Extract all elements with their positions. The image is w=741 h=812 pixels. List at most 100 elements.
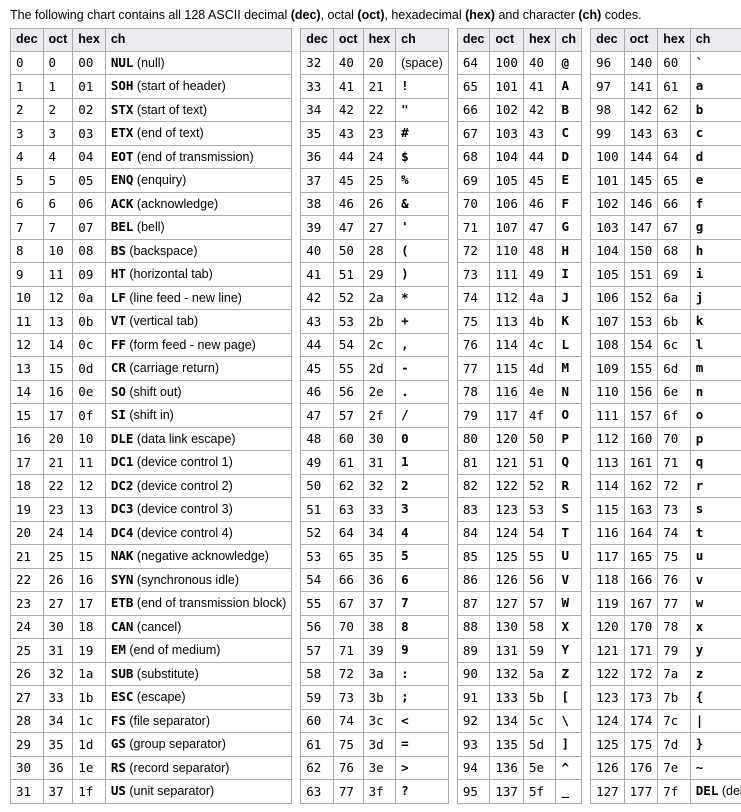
table-row: 61753d= <box>301 733 449 757</box>
table-row: 8012050P <box>457 427 581 451</box>
header-row: decocthexch <box>457 29 581 52</box>
cell-dec: 111 <box>591 404 625 428</box>
cell-ch: K <box>556 310 582 334</box>
cell-oct: 107 <box>490 216 524 240</box>
cell-oct: 155 <box>624 357 658 381</box>
cell-oct: 147 <box>624 216 658 240</box>
cell-ch: VT (vertical tab) <box>105 310 291 334</box>
cell-oct: 121 <box>490 451 524 475</box>
char-value: T <box>561 525 569 540</box>
cell-hex: 2a <box>363 286 396 310</box>
char-value: r <box>696 478 704 493</box>
cell-ch: EM (end of medium) <box>105 639 291 663</box>
cell-hex: 10 <box>73 427 106 451</box>
cell-dec: 57 <box>301 639 334 663</box>
cell-dec: 38 <box>301 192 334 216</box>
cell-hex: 5b <box>523 686 556 710</box>
table-row: 29351dGS (group separator) <box>11 733 292 757</box>
cell-dec: 117 <box>591 545 625 569</box>
cell-dec: 71 <box>457 216 490 240</box>
table-row: 172111DC1 (device control 1) <box>11 451 292 475</box>
cell-oct: 4 <box>43 145 73 169</box>
table-row: 5264344 <box>301 521 449 545</box>
cell-ch: g <box>690 216 741 240</box>
char-value: ! <box>401 78 409 93</box>
cell-oct: 114 <box>490 333 524 357</box>
cell-oct: 16 <box>43 380 73 404</box>
cell-oct: 64 <box>333 521 363 545</box>
cell-hex: 2b <box>363 310 396 334</box>
cell-ch: SO (shift out) <box>105 380 291 404</box>
cell-hex: 7a <box>658 662 691 686</box>
cell-oct: 34 <box>43 709 73 733</box>
cell-dec: 34 <box>301 98 334 122</box>
char-value: d <box>696 149 704 164</box>
char-value: m <box>696 360 704 375</box>
table-row: 59733b; <box>301 686 449 710</box>
cell-hex: 20 <box>363 51 396 75</box>
char-value: DC1 <box>111 454 134 469</box>
cell-hex: 3b <box>363 686 396 710</box>
char-value: b <box>696 102 704 117</box>
cell-oct: 35 <box>43 733 73 757</box>
header-oct: oct <box>43 29 73 52</box>
char-desc: (shift in) <box>129 408 173 422</box>
cell-oct: 113 <box>490 310 524 334</box>
cell-dec: 83 <box>457 498 490 522</box>
table-row: 4404EOT (end of transmission) <box>11 145 292 169</box>
char-desc: (end of text) <box>137 126 204 140</box>
cell-ch: DC1 (device control 1) <box>105 451 291 475</box>
cell-dec: 40 <box>301 239 334 263</box>
cell-oct: 172 <box>624 662 658 686</box>
cell-oct: 3 <box>43 122 73 146</box>
cell-oct: 71 <box>333 639 363 663</box>
cell-dec: 79 <box>457 404 490 428</box>
cell-dec: 116 <box>591 521 625 545</box>
char-desc: (horizontal tab) <box>129 267 212 281</box>
cell-ch: $ <box>396 145 449 169</box>
char-value: US <box>111 783 126 798</box>
char-value: C <box>561 125 569 140</box>
char-value: D <box>561 149 569 164</box>
cell-hex: 25 <box>363 169 396 193</box>
char-value: SOH <box>111 78 134 93</box>
table-row: 941365e^ <box>457 756 581 780</box>
cell-hex: 7c <box>658 709 691 733</box>
cell-dec: 77 <box>457 357 490 381</box>
table-row: 8112151Q <box>457 451 581 475</box>
table-row: 7010646F <box>457 192 581 216</box>
char-value: } <box>696 736 704 751</box>
cell-ch: DC4 (device control 4) <box>105 521 291 545</box>
cell-oct: 30 <box>43 615 73 639</box>
table-row: 2202STX (start of text) <box>11 98 292 122</box>
table-row: 374525% <box>301 169 449 193</box>
char-desc: (record separator) <box>129 761 229 775</box>
cell-dec: 4 <box>11 145 44 169</box>
table-row: 1221727az <box>591 662 741 686</box>
cell-oct: 175 <box>624 733 658 757</box>
cell-hex: 5f <box>523 780 556 804</box>
cell-hex: 52 <box>523 474 556 498</box>
cell-ch: i <box>690 263 741 287</box>
cell-ch: z <box>690 662 741 686</box>
cell-dec: 50 <box>301 474 334 498</box>
cell-ch: FF (form feed - new page) <box>105 333 291 357</box>
table-row: 6510141A <box>457 75 581 99</box>
cell-hex: 60 <box>658 51 691 75</box>
cell-hex: 6e <box>658 380 691 404</box>
cell-hex: 26 <box>363 192 396 216</box>
cell-ch: (space) <box>396 51 449 75</box>
cell-dec: 36 <box>301 145 334 169</box>
cell-oct: 164 <box>624 521 658 545</box>
cell-ch: SUB (substitute) <box>105 662 291 686</box>
char-value: | <box>696 713 704 728</box>
char-value: FF <box>111 337 126 352</box>
cell-dec: 82 <box>457 474 490 498</box>
cell-ch: { <box>690 686 741 710</box>
cell-oct: 32 <box>43 662 73 686</box>
cell-oct: 116 <box>490 380 524 404</box>
cell-oct: 75 <box>333 733 363 757</box>
table-row: 10515169i <box>591 263 741 287</box>
cell-ch: HT (horizontal tab) <box>105 263 291 287</box>
cell-oct: 176 <box>624 756 658 780</box>
